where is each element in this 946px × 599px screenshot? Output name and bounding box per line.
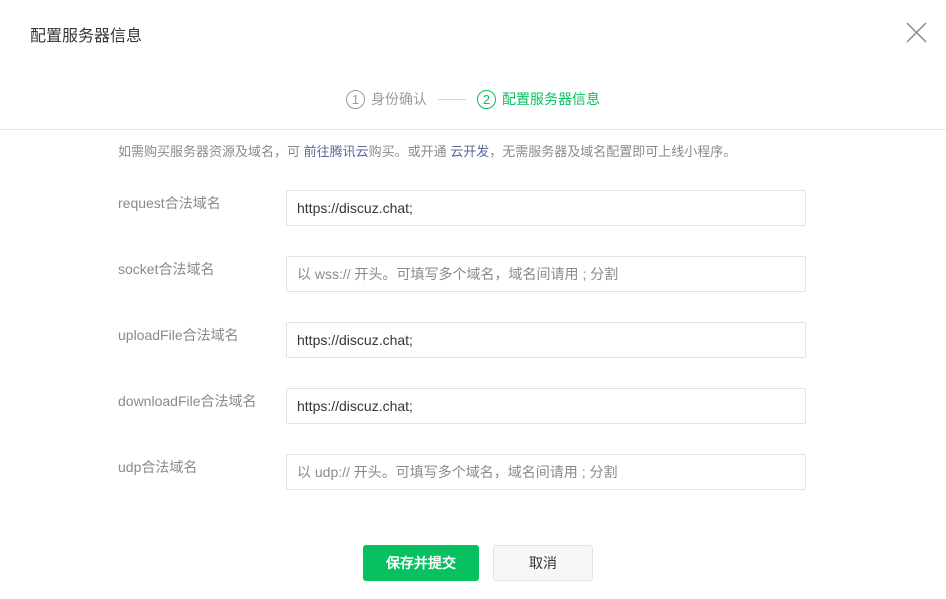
- cancel-button[interactable]: 取消: [493, 545, 593, 581]
- downloadfile-domain-input[interactable]: [286, 388, 806, 424]
- step-label: 配置服务器信息: [502, 91, 600, 107]
- request-domain-input[interactable]: [286, 190, 806, 226]
- header-divider: [0, 129, 946, 130]
- form-row-uploadfile: uploadFile合法域名: [0, 322, 946, 358]
- socket-domain-input[interactable]: [286, 256, 806, 292]
- udp-domain-input[interactable]: [286, 454, 806, 490]
- tip-middle: 购买。或开通: [368, 144, 451, 159]
- downloadfile-domain-label: downloadFile合法域名: [118, 393, 257, 409]
- cloud-dev-link[interactable]: 云开发: [450, 144, 489, 159]
- close-icon[interactable]: [906, 22, 927, 43]
- uploadfile-domain-label: uploadFile合法域名: [118, 327, 239, 343]
- tip-suffix: ，无需服务器及域名配置即可上线小程序。: [489, 144, 737, 159]
- step-number: 1: [346, 89, 365, 109]
- save-submit-button[interactable]: 保存并提交: [363, 545, 479, 581]
- form-row-request: request合法域名: [0, 190, 946, 226]
- step-number: 2: [477, 89, 496, 109]
- form-row-udp: udp合法域名: [0, 454, 946, 490]
- form-row-socket: socket合法域名: [0, 256, 946, 292]
- step-label: 身份确认: [371, 91, 427, 107]
- request-domain-label: request合法域名: [118, 195, 221, 211]
- stepper: 1 身份确认 2 配置服务器信息: [0, 88, 946, 110]
- tip-prefix: 如需购买服务器资源及域名，可: [118, 144, 304, 159]
- dialog-title: 配置服务器信息: [30, 28, 143, 45]
- step-server-config: 2 配置服务器信息: [477, 89, 600, 109]
- step-identity-confirm: 1 身份确认: [346, 89, 427, 109]
- socket-domain-label: socket合法域名: [118, 261, 215, 277]
- tencent-cloud-link[interactable]: 前往腾讯云: [304, 144, 369, 159]
- info-tip: 如需购买服务器资源及域名，可 前往腾讯云购买。或开通 云开发，无需服务器及域名配…: [118, 141, 736, 160]
- uploadfile-domain-input[interactable]: [286, 322, 806, 358]
- udp-domain-label: udp合法域名: [118, 459, 198, 475]
- form-row-downloadfile: downloadFile合法域名: [0, 388, 946, 424]
- step-connector: [438, 98, 466, 100]
